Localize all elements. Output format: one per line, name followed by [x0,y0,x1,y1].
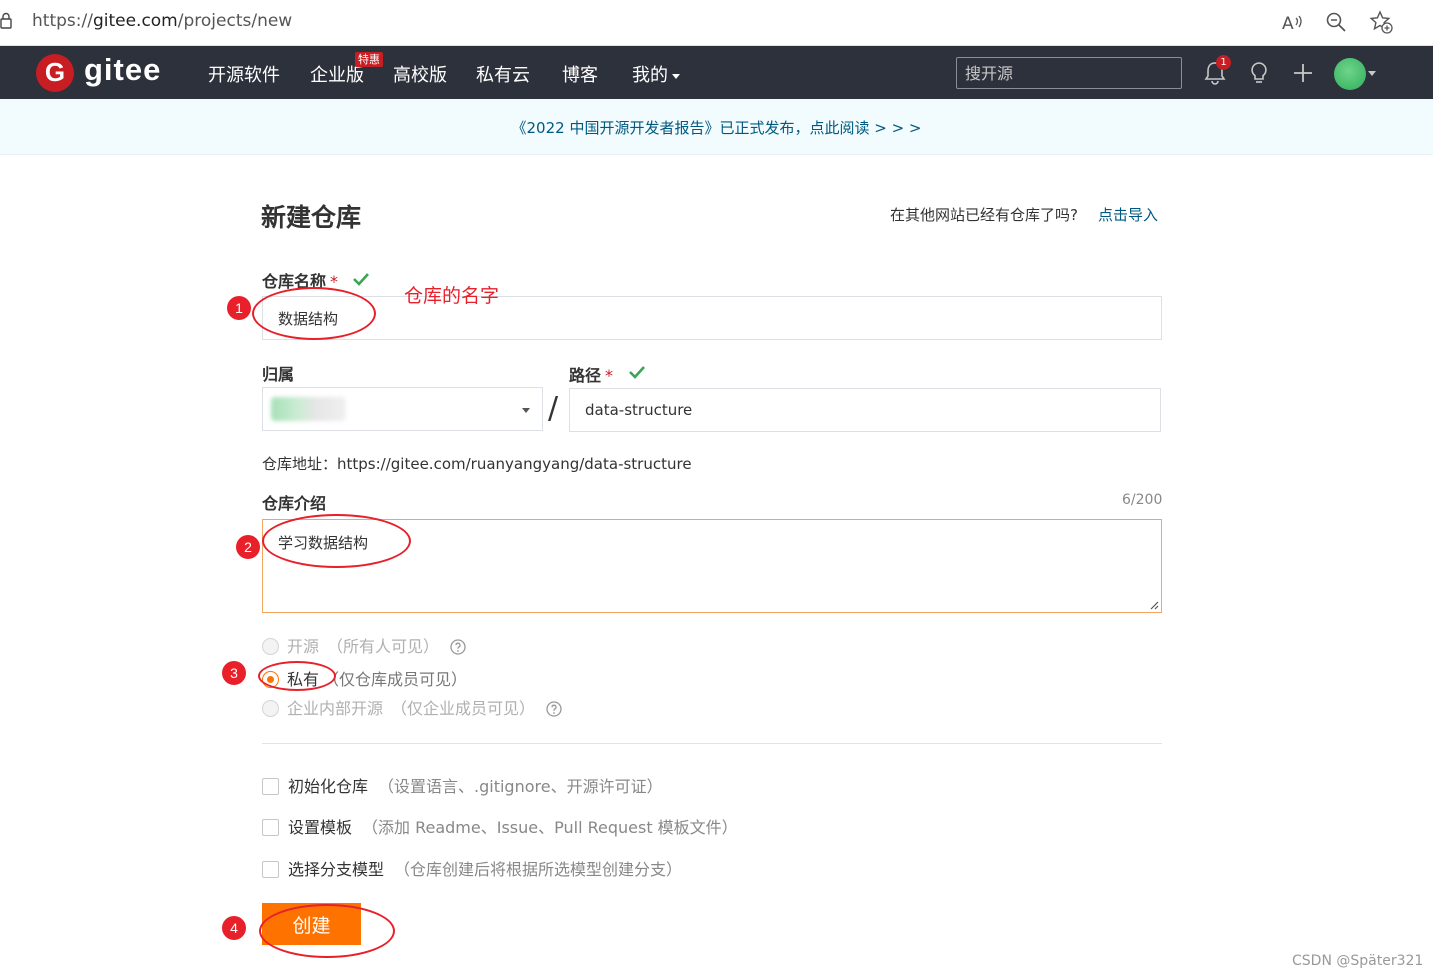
nav-blog[interactable]: 博客 [562,61,598,87]
annotation-note-name: 仓库的名字 [404,285,500,307]
import-question: 在其他网站已经有仓库了吗? [890,206,1078,224]
annotation-ring-description [262,514,411,568]
description-char-counter: 6/200 [1122,492,1163,508]
help-icon[interactable] [546,701,562,717]
template-option[interactable]: 设置模板 （添加 Readme、Issue、Pull Request 模板文件） [262,814,738,838]
page-info-icon[interactable] [0,12,12,30]
top-navbar: G gitee 开源软件 企业版 特惠 高校版 私有云 博客 我的 1 [0,46,1433,99]
path-valid-check-icon [629,366,645,379]
browser-address-bar: https://gitee.com/projects/new A [0,0,1433,46]
annotation-ring-name [252,287,376,340]
init-repo-option[interactable]: 初始化仓库 （设置语言、.gitignore、开源许可证） [262,773,663,797]
visibility-public-option[interactable]: 开源 （所有人可见） [262,633,466,657]
zoom-icon[interactable] [1324,10,1348,34]
announcement-link[interactable]: 《2022 中国开源开发者报告》已正式发布，点此阅读 > > > [512,117,922,138]
repo-address: 仓库地址：https://gitee.com/ruanyangyang/data… [262,455,692,473]
checkbox-template[interactable] [262,819,279,836]
section-divider [262,743,1162,744]
radio-public[interactable] [262,638,279,655]
annotation-marker-1: 1 [227,296,251,320]
annotation-marker-3: 3 [222,661,246,685]
nav-open-source[interactable]: 开源软件 [208,61,280,87]
nav-mine-label: 我的 [632,65,668,86]
annotation-marker-2: 2 [236,535,260,559]
checkbox-init-repo[interactable] [262,778,279,795]
owner-select[interactable] [262,387,543,431]
nav-mine-menu[interactable]: 我的 [632,61,680,87]
path-separator: / [548,391,559,426]
branch-model-option[interactable]: 选择分支模型 （仓库创建后将根据所选模型创建分支） [262,856,682,880]
page-title: 新建仓库 [261,203,362,232]
path-input[interactable] [569,388,1161,432]
lightbulb-icon[interactable] [1246,60,1272,86]
notification-count-badge: 1 [1216,55,1231,70]
resize-handle-icon[interactable] [1148,599,1159,610]
nav-private-cloud[interactable]: 私有云 [476,61,530,87]
svg-text:A: A [1282,14,1294,34]
gitee-logo-text[interactable]: gitee [84,52,161,88]
read-aloud-icon[interactable]: A [1280,10,1304,34]
enterprise-promo-badge: 特惠 [355,52,383,67]
avatar-chevron-down-icon[interactable] [1368,71,1376,76]
chevron-down-icon [672,73,680,79]
watermark: CSDN @Später321 [1292,953,1424,969]
gitee-logo-icon[interactable]: G [36,54,74,92]
plus-icon[interactable] [1290,60,1316,86]
description-label: 仓库介绍 [262,494,327,513]
path-label: 路径 * [569,366,614,385]
announcement-banner: 《2022 中国开源开发者报告》已正式发布，点此阅读 > > > [0,99,1433,155]
help-icon[interactable] [450,639,466,655]
annotation-ring-private [258,661,336,691]
owner-label: 归属 [262,365,295,384]
visibility-enterprise-option[interactable]: 企业内部开源 （仅企业成员可见） [262,695,562,719]
search-input[interactable] [956,57,1182,89]
dropdown-caret-icon [522,408,530,413]
import-link[interactable]: 点击导入 [1098,204,1158,225]
valid-check-icon [353,273,369,286]
annotation-ring-create [259,904,395,958]
add-favorite-icon[interactable] [1369,10,1393,34]
radio-enterprise[interactable] [262,700,279,717]
checkbox-branch-model[interactable] [262,861,279,878]
url-field[interactable]: https://gitee.com/projects/new [32,11,292,31]
nav-education[interactable]: 高校版 [393,61,447,87]
owner-avatar-blurred [271,397,346,421]
repo-name-input[interactable] [262,296,1162,340]
annotation-marker-4: 4 [222,916,246,940]
user-avatar[interactable] [1334,58,1366,90]
